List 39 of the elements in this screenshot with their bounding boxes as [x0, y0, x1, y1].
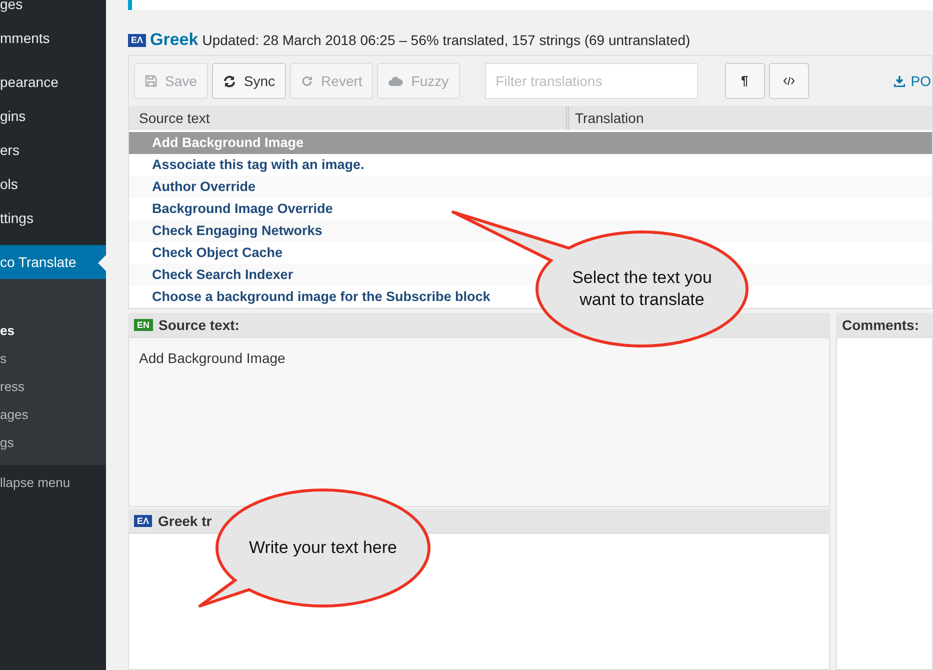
panel-title: Greek tr — [158, 512, 212, 530]
sync-button[interactable]: Sync — [212, 63, 286, 99]
submenu-item[interactable]: gs — [0, 429, 106, 457]
sidebar-item[interactable]: ols — [0, 167, 106, 201]
sidebar-item[interactable]: mments — [0, 21, 106, 55]
source-text-box: Add Background Image — [128, 337, 830, 507]
panel-title: Source text: — [158, 316, 240, 334]
sync-icon — [222, 74, 236, 88]
download-icon — [894, 76, 905, 86]
submenu-item[interactable]: s — [0, 345, 106, 373]
string-row[interactable]: Author Override — [129, 176, 932, 198]
panel-title: Comments: — [842, 316, 920, 334]
tooltip-text: Write your text here — [248, 537, 398, 559]
greek-flag-icon: ΕΛ — [128, 34, 146, 46]
revert-icon — [301, 75, 314, 87]
filter-field[interactable]: Filter translations — [484, 63, 698, 99]
translation-summary: Updated: 28 March 2018 06:25 – 56% translated, 157 strings (69 untranslated) — [202, 30, 690, 50]
english-flag-icon: EN — [134, 319, 153, 331]
code-toggle-button[interactable] — [768, 63, 809, 99]
save-icon — [145, 75, 157, 87]
column-header[interactable]: Translation — [569, 106, 644, 130]
sidebar-item[interactable]: ers — [0, 133, 106, 167]
sidebar-item[interactable]: gins — [0, 99, 106, 133]
sidebar-item[interactable]: co Translate — [0, 245, 106, 279]
collapse-menu-button[interactable]: llapse menu — [0, 465, 106, 501]
cloud-icon — [388, 76, 404, 86]
sidebar-item[interactable]: ges — [0, 0, 106, 21]
invisibles-toggle-button[interactable]: ¶ — [724, 63, 765, 99]
greek-flag-icon: ΕΛ — [134, 515, 152, 527]
sidebar-item[interactable]: ttings — [0, 201, 106, 235]
submenu-item[interactable]: ress — [0, 373, 106, 401]
submenu-item[interactable]: ages — [0, 401, 106, 429]
sidebar-item[interactable]: pearance — [0, 65, 106, 99]
download-po-button[interactable]: PO — [894, 70, 931, 92]
language-title[interactable]: Greek — [150, 27, 198, 53]
code-icon — [782, 76, 795, 86]
submenu-item[interactable]: es — [0, 317, 106, 345]
string-row[interactable]: Check Engaging Networks — [129, 220, 932, 242]
current-arrow-icon — [98, 255, 106, 271]
